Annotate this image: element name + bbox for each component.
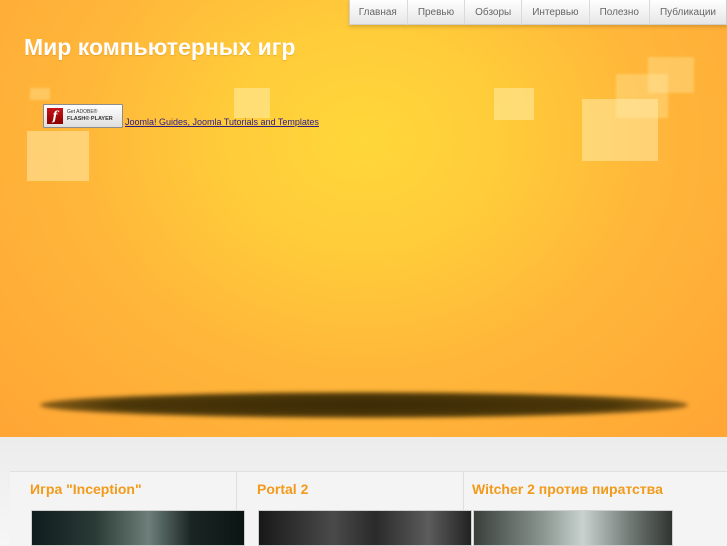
get-flash-player-badge[interactable]: f Get ADOBE® FLASH® PLAYER bbox=[43, 104, 123, 128]
flash-badge-line1: Get ADOBE® bbox=[67, 109, 98, 115]
nav-item-useful[interactable]: Полезно bbox=[588, 0, 649, 25]
decor-square bbox=[30, 88, 50, 100]
site-title: Мир компьютерных игр bbox=[24, 34, 296, 60]
article-card: Witcher 2 против пиратства bbox=[464, 472, 691, 546]
nav-item-reviews[interactable]: Обзоры bbox=[464, 0, 521, 25]
article-title[interactable]: Игра "Inception" bbox=[30, 481, 142, 497]
article-thumbnail[interactable] bbox=[473, 510, 673, 546]
decor-square bbox=[494, 88, 534, 120]
nav-item-previews[interactable]: Превью bbox=[406, 0, 464, 25]
article-card: Игра "Inception" bbox=[10, 472, 245, 546]
nav-item-publications[interactable]: Публикации bbox=[648, 0, 726, 25]
nav-item-interviews[interactable]: Интервью bbox=[521, 0, 588, 25]
article-thumbnail[interactable] bbox=[258, 510, 472, 546]
article-thumbnail[interactable] bbox=[31, 510, 245, 546]
decor-square bbox=[648, 57, 694, 93]
hero-banner: Мир компьютерных игр f Get ADOBE® FLASH®… bbox=[0, 0, 727, 437]
flash-player-row: f Get ADOBE® FLASH® PLAYER Joomla! Guide… bbox=[43, 102, 319, 128]
nav-item-home[interactable]: Главная bbox=[349, 0, 407, 25]
flash-logo-icon: f bbox=[47, 108, 63, 124]
article-card: Portal 2 bbox=[237, 472, 472, 546]
featured-articles: Игра "Inception" Portal 2 Witcher 2 прот… bbox=[10, 471, 727, 546]
flash-badge-line2: FLASH® PLAYER bbox=[67, 116, 113, 122]
joomla-guides-link[interactable]: Joomla! Guides, Joomla Tutorials and Tem… bbox=[125, 116, 319, 128]
article-title[interactable]: Portal 2 bbox=[257, 481, 308, 497]
article-title[interactable]: Witcher 2 против пиратства bbox=[472, 481, 663, 497]
banner-shadow bbox=[40, 392, 688, 418]
decor-square bbox=[27, 131, 89, 181]
content-area: Игра "Inception" Portal 2 Witcher 2 прот… bbox=[0, 437, 727, 546]
top-navigation: Главная Превью Обзоры Интервью Полезно П… bbox=[349, 0, 727, 25]
